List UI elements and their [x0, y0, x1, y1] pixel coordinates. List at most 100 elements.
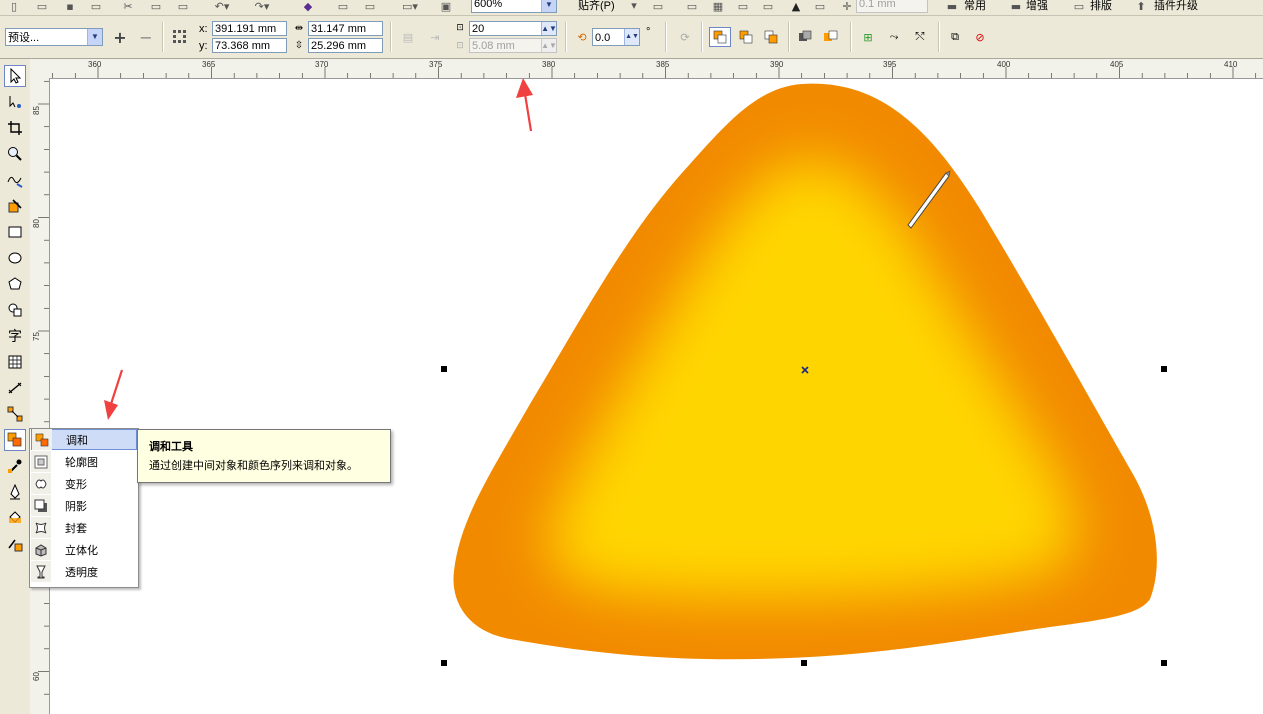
workspace-layout-tab[interactable]: 排版: [1090, 0, 1112, 13]
selection-handle[interactable]: [441, 366, 447, 372]
transparency-icon: [31, 561, 51, 582]
snap-objects-icon[interactable]: ▭: [760, 0, 776, 13]
chevron-down-icon[interactable]: ▾: [628, 0, 640, 12]
flyout-item-transparency[interactable]: 透明度: [31, 561, 137, 582]
flyout-item-envelope[interactable]: 封套: [31, 517, 137, 538]
welcome-screen-icon[interactable]: ▣: [438, 0, 454, 13]
blend-properties-icon[interactable]: [822, 29, 840, 45]
counterclockwise-blend-icon[interactable]: [762, 29, 780, 45]
application-launcher-icon[interactable]: ▭▾: [398, 0, 422, 13]
preset-select[interactable]: 预设... ▼: [5, 28, 103, 46]
interactive-fill-tool-icon[interactable]: [4, 533, 26, 555]
flyout-item-distort[interactable]: 变形: [31, 473, 137, 494]
blend-direct-icon[interactable]: ▤: [398, 28, 418, 46]
polygon-tool-icon[interactable]: [4, 273, 26, 295]
flyout-item-shadow[interactable]: 阴影: [31, 495, 137, 516]
shape-tool-icon[interactable]: [4, 91, 26, 113]
copy-blend-properties-icon[interactable]: ⧉: [946, 29, 964, 45]
flyout-item-extrude[interactable]: 立体化: [31, 539, 137, 560]
ellipse-tool-icon[interactable]: [4, 247, 26, 269]
smart-fill-tool-icon[interactable]: [4, 195, 26, 217]
outline-pen-tool-icon[interactable]: [4, 481, 26, 503]
flyout-item-contour[interactable]: 轮廓图: [31, 451, 137, 472]
new-document-icon[interactable]: ▯: [6, 0, 22, 13]
flyout-item-label: 封套: [65, 521, 87, 535]
selection-handle[interactable]: [1161, 660, 1167, 666]
export-icon[interactable]: ▭: [362, 0, 378, 13]
redo-icon[interactable]: ↷▾: [250, 0, 274, 13]
y-position-value: 73.368 mm: [215, 40, 271, 52]
undo-icon[interactable]: ↶▾: [210, 0, 234, 13]
fill-tool-icon[interactable]: [4, 507, 26, 529]
x-label: x:: [199, 23, 208, 35]
selection-handle[interactable]: [801, 660, 807, 666]
freehand-tool-icon[interactable]: [4, 169, 26, 191]
remove-preset-icon[interactable]: −: [137, 28, 155, 47]
clear-blend-icon[interactable]: ⊘: [971, 29, 989, 45]
connector-tool-icon[interactable]: [4, 403, 26, 425]
table-tool-icon[interactable]: [4, 351, 26, 373]
selection-handle[interactable]: [1161, 366, 1167, 372]
ruler-tick-label: 375: [429, 60, 443, 69]
snap-guides-icon[interactable]: ▭: [735, 0, 751, 13]
dimension-tool-icon[interactable]: [4, 377, 26, 399]
object-color-acceleration-icon[interactable]: [797, 29, 815, 45]
width-field[interactable]: 31.147 mm: [308, 21, 383, 36]
cut-icon[interactable]: ✂: [120, 0, 136, 13]
y-position-field[interactable]: 73.368 mm: [212, 38, 287, 53]
blend-spacing-field[interactable]: 5.08 mm ▲▼: [469, 38, 557, 53]
pick-tool-icon[interactable]: [4, 65, 26, 87]
path-properties-icon[interactable]: ⤳: [885, 29, 903, 45]
zoom-tool-icon[interactable]: [4, 143, 26, 165]
blend-steps-field[interactable]: 20 ▲▼: [469, 21, 557, 36]
direction-spinner-icon[interactable]: ▲▼: [624, 29, 639, 45]
blend-tool-icon[interactable]: [4, 429, 26, 451]
x-position-field[interactable]: 391.191 mm: [212, 21, 287, 36]
vertical-ruler[interactable]: 85 80 75 70 65 60: [30, 78, 50, 714]
open-icon[interactable]: ▭: [34, 0, 50, 13]
workspace-enhanced-tab[interactable]: 增强: [1026, 0, 1048, 13]
paste-icon[interactable]: ▭: [175, 0, 191, 13]
chevron-down-icon[interactable]: ▼: [541, 0, 556, 12]
chevron-down-icon[interactable]: ▼: [87, 29, 102, 45]
drawing-canvas[interactable]: [50, 79, 1263, 714]
rectangle-tool-icon[interactable]: [4, 221, 26, 243]
options-icon[interactable]: ▭: [650, 0, 666, 13]
blend-spacing-icon[interactable]: ⇥: [425, 28, 445, 46]
zoom-level-select[interactable]: 600% ▼: [471, 0, 557, 13]
height-field[interactable]: 25.296 mm: [308, 38, 383, 53]
save-icon[interactable]: ▪: [62, 0, 78, 13]
crop-tool-icon[interactable]: [4, 117, 26, 139]
plugin-upgrade-tab[interactable]: 插件升级: [1154, 0, 1198, 13]
selection-handle[interactable]: [441, 660, 447, 666]
blend-steps-value: 20: [472, 23, 485, 35]
steps-spinner-icon[interactable]: ▲▼: [541, 22, 557, 35]
start-end-properties-icon[interactable]: ⊞: [859, 29, 877, 45]
text-tool-icon[interactable]: 字: [4, 325, 26, 347]
loop-blend-icon[interactable]: ⟳: [676, 29, 694, 45]
snap-grid-icon[interactable]: ▦: [710, 0, 726, 13]
clockwise-blend-icon[interactable]: [737, 29, 755, 45]
more-blend-options-icon[interactable]: ⤲: [911, 29, 929, 45]
bitmap-icon[interactable]: ▭: [812, 0, 828, 13]
nudge-distance-field[interactable]: 0.1 mm: [856, 0, 928, 13]
eyedropper-tool-icon[interactable]: [4, 455, 26, 477]
print-icon[interactable]: ▭: [88, 0, 104, 13]
copy-icon[interactable]: ▭: [148, 0, 164, 13]
blend-direction-field[interactable]: 0.0 ▲▼: [592, 28, 640, 46]
rounded-triangle-shape[interactable]: [453, 83, 1157, 660]
search-content-icon[interactable]: ◆: [300, 0, 316, 13]
flyout-item-blend[interactable]: 调和: [31, 429, 137, 450]
import-icon[interactable]: ▭: [335, 0, 351, 13]
spacing-spinner-icon[interactable]: ▲▼: [541, 39, 557, 52]
basic-shapes-tool-icon[interactable]: [4, 299, 26, 321]
snap-to-menu[interactable]: 贴齐(P): [578, 0, 615, 13]
reference-point-icon[interactable]: [171, 29, 189, 45]
workspace-common-tab[interactable]: 常用: [964, 0, 986, 13]
add-preset-icon[interactable]: +: [111, 28, 129, 47]
direct-blend-icon[interactable]: [709, 27, 731, 47]
horizontal-ruler[interactable]: 360 365 370 375 380 385 390 395 400 405 …: [30, 59, 1263, 79]
ruler-tick-label: 390: [770, 60, 784, 69]
trace-icon[interactable]: ▲: [788, 0, 804, 13]
align-icon[interactable]: ▭: [684, 0, 700, 13]
